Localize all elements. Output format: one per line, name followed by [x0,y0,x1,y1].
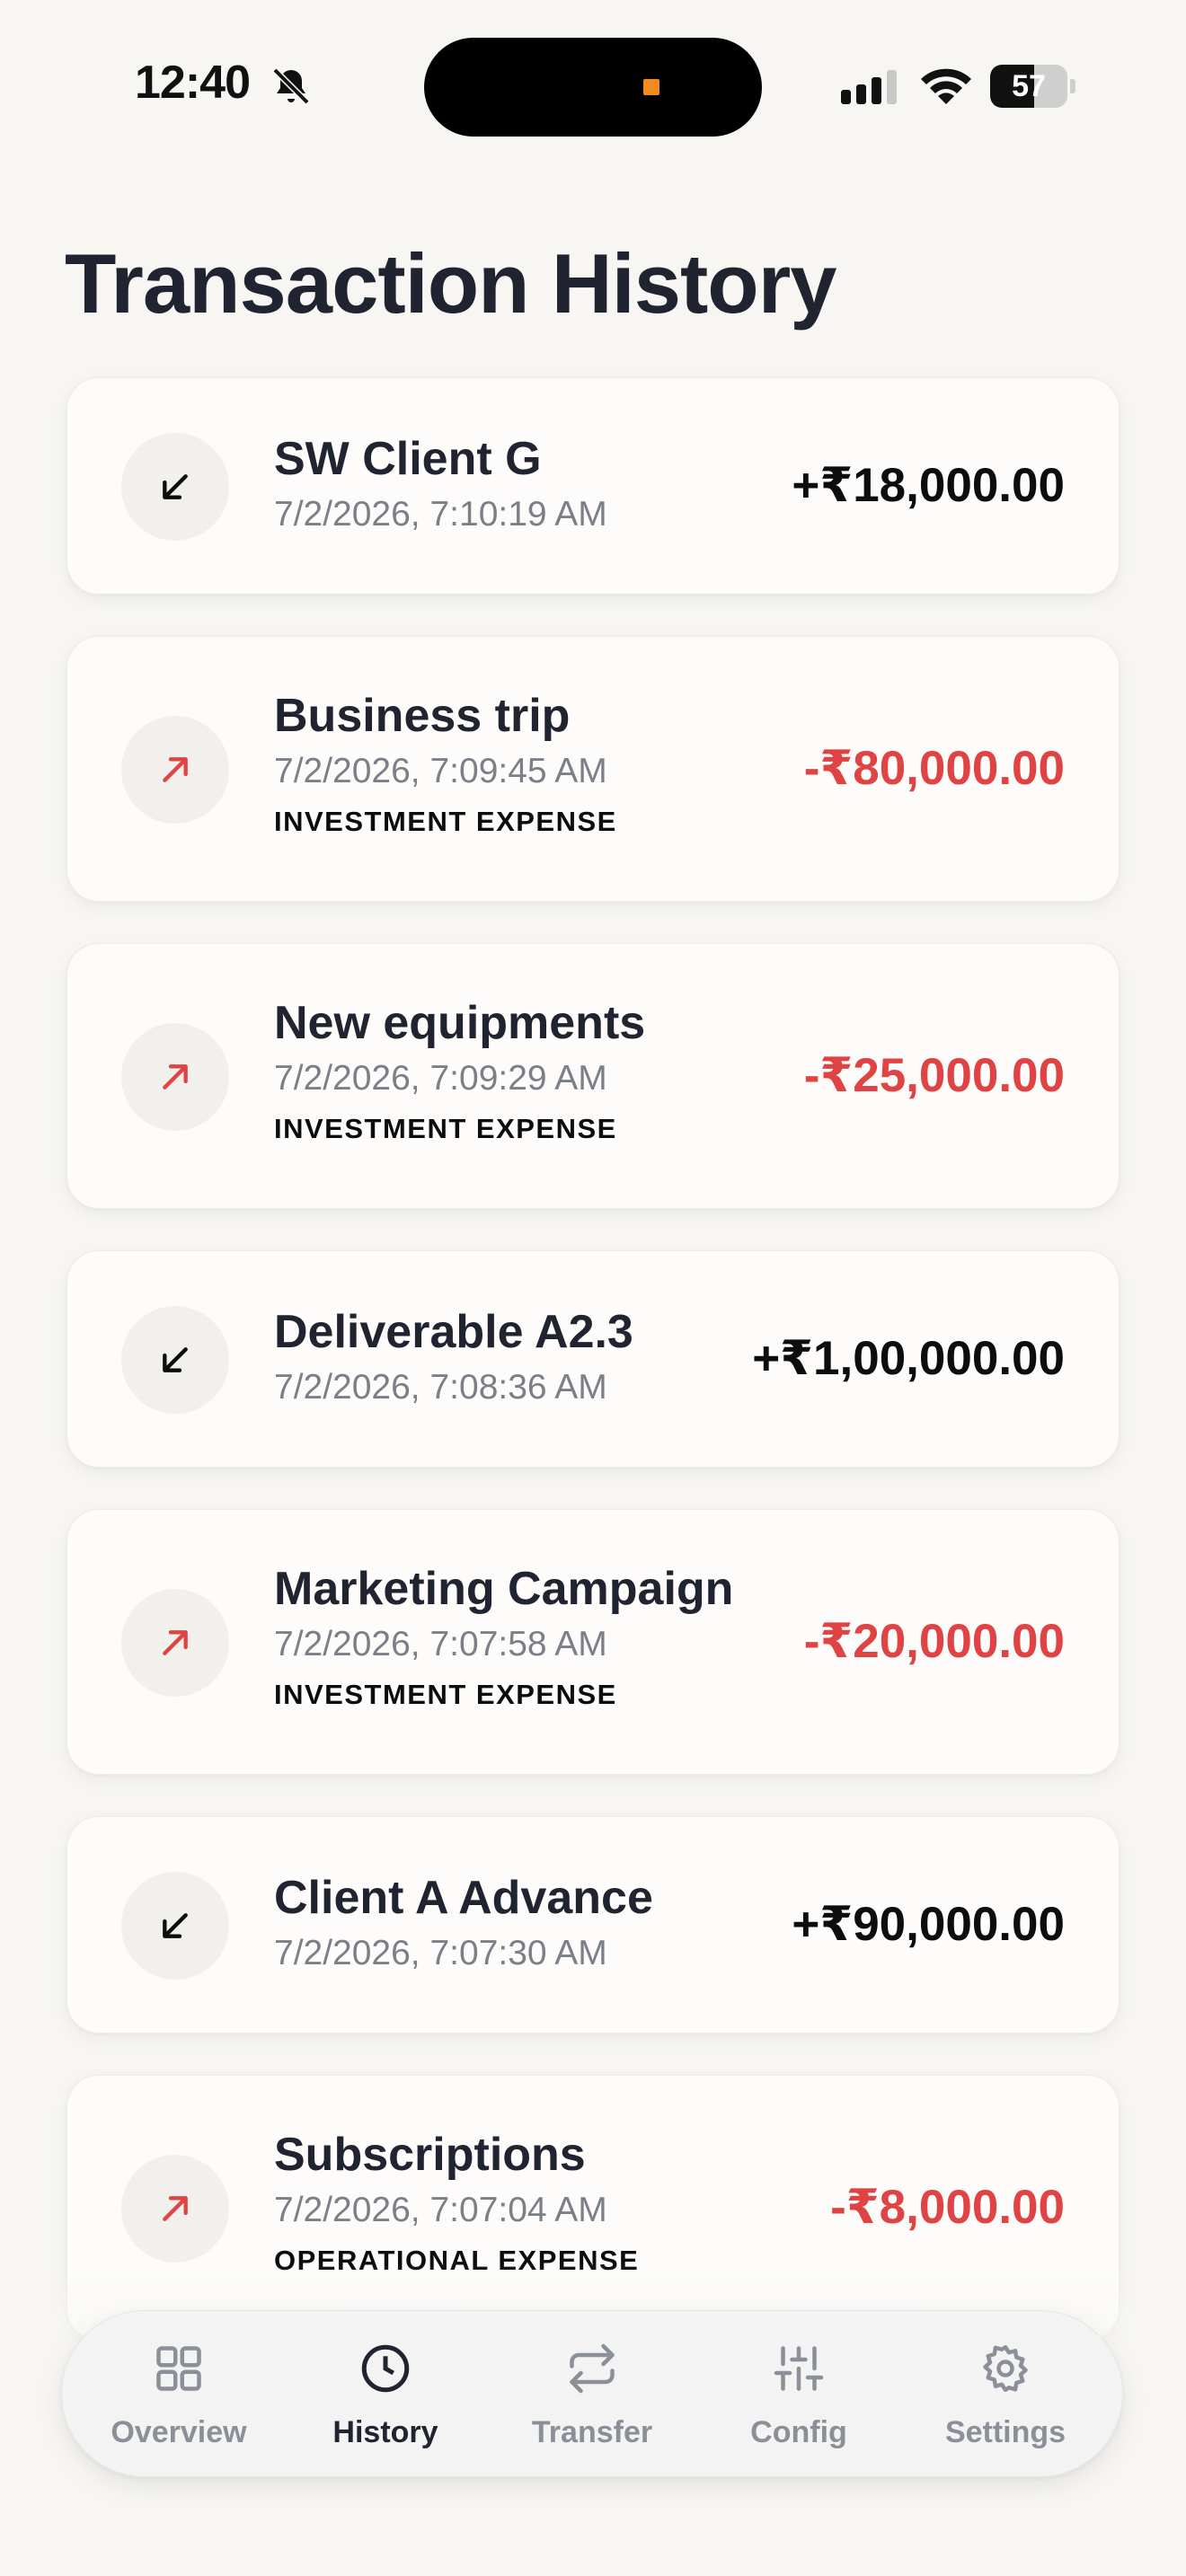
tab-label-settings: Settings [944,2415,1067,2449]
transaction-amount: -₹80,000.00 [803,742,1065,795]
transaction-amount: -₹8,000.00 [830,2181,1065,2234]
transaction-card[interactable]: SW Client G 7/2/2026, 7:10:19 AM +₹18,000.… [66,377,1120,595]
transaction-title: SW Client G [274,433,542,485]
transaction-date: 7/2/2026, 7:07:30 AM [274,1934,607,1972]
arrow-down-left-icon [163,474,188,499]
tab-config[interactable]: Config [709,2311,889,2478]
transaction-amount: +₹90,000.00 [792,1898,1065,1951]
transaction-amount: -₹20,000.00 [803,1615,1065,1668]
transaction-card[interactable]: Deliverable A2.3 7/2/2026, 7:08:36 AM +₹1,… [66,1250,1120,1468]
tab-overview[interactable]: Overview [89,2311,269,2478]
tab-history[interactable]: History [296,2311,475,2478]
clock-icon [361,2344,410,2393]
tab-label-overview: Overview [111,2415,247,2449]
transaction-date: 7/2/2026, 7:09:45 AM [274,752,607,790]
transaction-direction-badge [121,1023,229,1131]
transaction-direction-badge [121,1589,229,1697]
transaction-category: INVESTMENT EXPENSE [274,1679,617,1710]
arrow-down-left-icon [163,1913,188,1938]
transaction-card[interactable]: Client A Advance 7/2/2026, 7:07:30 AM +₹90… [66,1816,1120,2033]
tab-label-transfer: Transfer [531,2415,653,2449]
transaction-date: 7/2/2026, 7:07:58 AM [274,1625,607,1663]
camera-indicator-dot [643,79,659,95]
transfer-icon [570,2343,615,2394]
transaction-title: Marketing Campaign [274,1563,734,1615]
arrow-up-right-icon [163,1064,188,1090]
page-title: Transaction History [65,236,837,331]
transaction-title: Client A Advance [274,1872,653,1924]
transaction-title: Deliverable A2.3 [274,1306,633,1358]
transaction-date: 7/2/2026, 7:07:04 AM [274,2191,607,2229]
dynamic-island [424,38,762,137]
bottom-tab-bar: Overview History Transfer Config Setting… [61,2310,1123,2477]
transaction-title: Business trip [274,690,571,742]
wifi-icon [921,68,971,104]
transaction-date: 7/2/2026, 7:09:29 AM [274,1059,607,1098]
transaction-amount: -₹25,000.00 [803,1049,1065,1102]
transaction-direction-badge [121,1872,229,1980]
transaction-amount: +₹18,000.00 [792,459,1065,512]
transaction-card[interactable]: New equipments 7/2/2026, 7:09:29 AM INVEST… [66,943,1120,1209]
transaction-amount: +₹1,00,000.00 [752,1332,1065,1385]
arrow-up-right-icon [163,2196,188,2221]
signal-icon [841,70,897,104]
battery-percent: 57 [1012,69,1046,103]
transaction-direction-badge [121,716,229,824]
transaction-direction-badge [121,1306,229,1414]
transaction-date: 7/2/2026, 7:08:36 AM [274,1368,607,1407]
arrow-down-left-icon [163,1347,188,1372]
status-time: 12:40 [135,57,251,109]
tab-settings[interactable]: Settings [916,2311,1095,2478]
tab-label-history: History [332,2415,438,2449]
transaction-title: New equipments [274,997,646,1049]
grid-icon [156,2346,201,2391]
arrow-up-right-icon [163,757,188,782]
battery-icon: 57 [990,65,1076,110]
status-bar: 12:40 57 [0,0,1186,171]
transaction-direction-badge [121,2155,229,2263]
transaction-card[interactable]: Business trip 7/2/2026, 7:09:45 AM INVESTM… [66,636,1120,902]
transaction-card[interactable]: Marketing Campaign 7/2/2026, 7:07:58 AM IN… [66,1509,1120,1775]
gear-icon [983,2345,1028,2392]
bell-slash-icon [272,67,310,105]
sliders-icon [774,2346,824,2391]
transaction-category: INVESTMENT EXPENSE [274,806,617,837]
transaction-date: 7/2/2026, 7:10:19 AM [274,495,607,534]
transaction-direction-badge [121,433,229,541]
tab-transfer[interactable]: Transfer [502,2311,682,2478]
tab-label-config: Config [750,2415,847,2449]
arrow-up-right-icon [163,1630,188,1655]
transaction-title: Subscriptions [274,2129,586,2181]
transaction-category: INVESTMENT EXPENSE [274,1113,617,1144]
